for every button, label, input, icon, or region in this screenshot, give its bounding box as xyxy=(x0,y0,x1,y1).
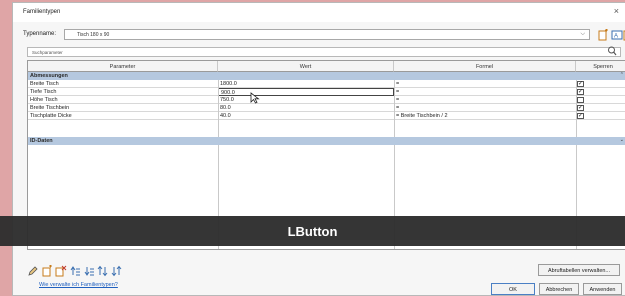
table-row[interactable]: Tischplatte Dicke 40.0 = Breite Tischbei… xyxy=(28,112,625,120)
overlay-label: LButton xyxy=(287,224,338,239)
type-name-label: Typenname: xyxy=(23,31,57,37)
formula-cell[interactable]: = Breite Tischbein / 2 xyxy=(394,112,576,120)
value-cell[interactable]: 80.0 xyxy=(218,104,394,112)
formula-cell[interactable]: = xyxy=(394,80,576,88)
collapse-icon[interactable]: ⌃ xyxy=(620,72,624,78)
column-divider xyxy=(218,80,219,137)
svg-text:A: A xyxy=(614,34,618,40)
group-header-id-daten[interactable]: ID-Daten ⌄ xyxy=(28,137,625,145)
parameter-cell: Breite Tisch xyxy=(30,81,59,87)
move-up-icon[interactable] xyxy=(69,265,81,277)
parameter-cell: Höhe Tisch xyxy=(30,97,58,103)
dialog-title: Familientypen xyxy=(23,9,61,15)
search-icon[interactable] xyxy=(607,45,617,57)
new-type-icon[interactable] xyxy=(597,29,609,41)
table-row[interactable]: Tiefe Tisch 900.0 = ✓ xyxy=(28,88,625,96)
search-placeholder: Suchparameter xyxy=(32,50,63,55)
group-label: Abmessungen xyxy=(30,73,68,79)
close-button[interactable]: × xyxy=(614,6,619,16)
rename-type-icon[interactable]: A xyxy=(611,29,623,41)
formula-cell[interactable]: = xyxy=(394,104,576,112)
value-cell[interactable]: 1800.0 xyxy=(218,80,394,88)
lock-checkbox[interactable]: ✓ xyxy=(577,81,584,87)
value-edit-field[interactable]: 900.0 xyxy=(218,88,394,96)
expand-icon[interactable]: ⌄ xyxy=(620,137,624,143)
mouse-cursor-icon xyxy=(250,92,260,104)
delete-param-icon[interactable] xyxy=(55,265,67,277)
cancel-button[interactable]: Abbrechen xyxy=(539,283,579,295)
table-row[interactable]: Breite Tisch 1800.0 = ✓ xyxy=(28,80,625,88)
chevron-down-icon: ⌵ xyxy=(580,31,585,37)
sort-desc-icon[interactable] xyxy=(111,265,123,277)
formula-cell[interactable]: = xyxy=(394,96,576,104)
type-name-dropdown[interactable]: Tisch 180 x 90 ⌵ xyxy=(64,29,590,40)
lock-checkbox[interactable]: ✓ xyxy=(577,89,584,95)
manage-lookup-tables-button[interactable]: Abruftabellen verwalten... xyxy=(538,264,620,276)
ok-button[interactable]: OK xyxy=(491,283,535,295)
search-input[interactable]: Suchparameter xyxy=(27,47,621,57)
value-cell[interactable]: 40.0 xyxy=(218,112,394,120)
edit-param-icon[interactable] xyxy=(27,265,39,277)
type-name-value: Tisch 180 x 90 xyxy=(77,32,110,38)
column-divider xyxy=(576,80,577,137)
help-link[interactable]: Wie verwalte ich Familientypen? xyxy=(39,282,118,288)
value-cell[interactable]: 750.0 xyxy=(218,96,394,104)
sort-asc-icon[interactable] xyxy=(97,265,109,277)
parameter-cell: Tischplatte Dicke xyxy=(30,113,72,119)
column-header-sperren[interactable]: Sperren xyxy=(576,61,625,72)
column-header-parameter[interactable]: Parameter xyxy=(28,61,218,72)
column-header-wert[interactable]: Wert xyxy=(218,61,394,72)
column-header-formel[interactable]: Formel xyxy=(394,61,576,72)
group-label: ID-Daten xyxy=(30,138,53,144)
title-bar: Familientypen × xyxy=(13,3,625,22)
parameter-cell: Breite Tischbein xyxy=(30,105,70,111)
column-divider xyxy=(394,80,395,137)
lock-checkbox[interactable]: ✓ xyxy=(577,105,584,111)
lock-checkbox[interactable]: ✓ xyxy=(577,113,584,119)
table-row[interactable]: Höhe Tisch 750.0 = xyxy=(28,96,625,104)
keystroke-overlay: LButton xyxy=(0,216,625,246)
formula-cell[interactable]: = xyxy=(394,88,576,96)
apply-button[interactable]: Anwenden xyxy=(583,283,622,295)
table-row[interactable]: Breite Tischbein 80.0 = ✓ xyxy=(28,104,625,112)
lock-checkbox[interactable] xyxy=(577,97,584,103)
parameter-cell: Tiefe Tisch xyxy=(30,89,57,95)
family-types-dialog: Familientypen × Typenname: Tisch 180 x 9… xyxy=(12,2,625,296)
group-header-abmessungen[interactable]: Abmessungen ⌃ xyxy=(28,72,625,80)
move-down-icon[interactable] xyxy=(83,265,95,277)
new-param-icon[interactable] xyxy=(41,265,53,277)
